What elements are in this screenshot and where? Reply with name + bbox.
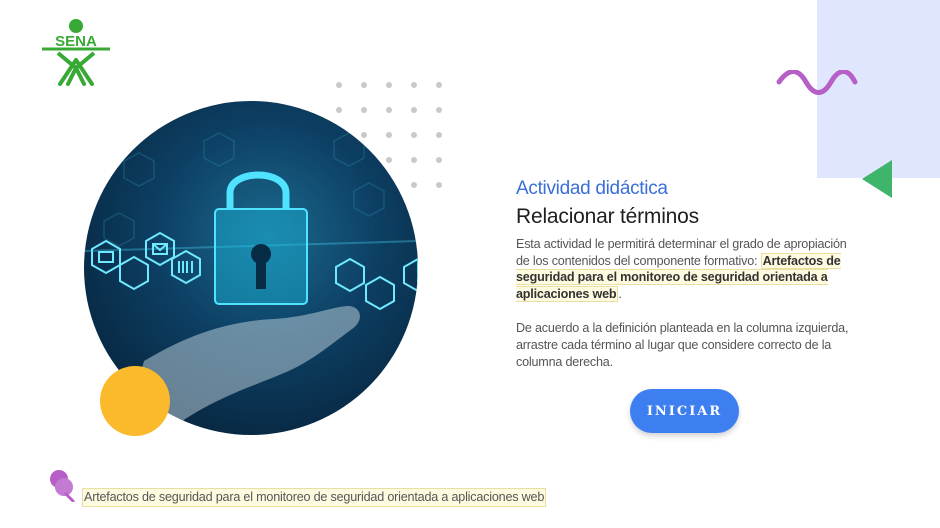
- video-icon: [91, 239, 121, 275]
- wave-icon: [776, 70, 858, 95]
- activity-kicker: Actividad didáctica: [516, 178, 668, 199]
- activity-description: Esta actividad le permitirá determinar e…: [516, 236, 856, 303]
- activity-panel: Actividad didáctica Relacionar términos …: [516, 178, 856, 371]
- activity-instructions: De acuerdo a la definición planteada en …: [516, 320, 849, 369]
- phone-icon: [119, 255, 149, 291]
- description-end: .: [618, 287, 622, 302]
- triangle-icon: [862, 160, 892, 198]
- decorative-yellow-circle: [100, 366, 170, 436]
- sena-logo-text: SENA: [55, 33, 97, 50]
- sena-logo-icon: SENA: [42, 19, 110, 86]
- padlock-icon: [226, 171, 290, 209]
- start-button[interactable]: INICIAR: [630, 389, 739, 433]
- pushpin-icon: [50, 470, 75, 502]
- footer-component-name: Artefactos de seguridad para el monitore…: [82, 488, 547, 507]
- cart-icon: [365, 275, 395, 311]
- cloud-icon: [335, 257, 365, 293]
- activity-title: Relacionar términos: [516, 205, 699, 228]
